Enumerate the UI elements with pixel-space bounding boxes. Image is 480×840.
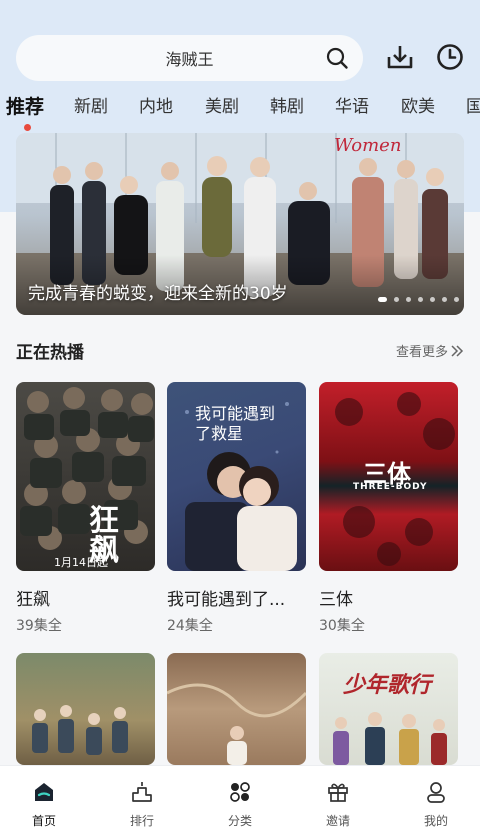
nav-profile[interactable]: 我的 <box>396 780 476 829</box>
episode-count: 30集全 <box>319 618 365 634</box>
active-tab-indicator <box>24 124 31 131</box>
poster-image: 三体 THREE-BODY <box>319 382 458 571</box>
episode-count: 39集全 <box>16 618 62 634</box>
poster-subtitle: THREE-BODY <box>353 482 428 492</box>
show-card[interactable] <box>16 653 155 765</box>
show-card[interactable]: 我可能遇到了救星 我可能遇到了... 24集全 <box>167 382 306 634</box>
nav-home[interactable]: 首页 <box>4 780 84 829</box>
show-card[interactable]: 狂飙 1月14日起 狂飙 39集全 <box>16 382 155 634</box>
show-title: 三体 <box>319 590 353 610</box>
section-title: 正在热播 <box>16 343 84 363</box>
nav-label: 邀请 <box>325 814 350 828</box>
search-icon[interactable] <box>325 46 349 70</box>
poster-image: 狂飙 1月14日起 <box>16 382 155 571</box>
poster-art <box>167 683 306 765</box>
episode-count: 24集全 <box>167 618 213 634</box>
show-card[interactable]: 三体 THREE-BODY 三体 30集全 <box>319 382 458 634</box>
category-icon <box>230 782 250 802</box>
ranking-icon <box>132 782 152 802</box>
pagination-dot <box>418 297 423 302</box>
see-more-link[interactable]: 查看更多 <box>396 341 464 360</box>
nav-category[interactable]: 分类 <box>200 780 280 829</box>
tab-chinese[interactable]: 华语 <box>335 92 369 117</box>
banner-carousel[interactable]: Women 完成青春的蜕变，迎来全新的30岁 <box>16 133 464 315</box>
show-card[interactable]: 少年歌行 <box>319 653 458 765</box>
category-tabs: 推荐 新剧 内地 美剧 韩剧 华语 欧美 国 <box>0 92 480 132</box>
pagination-dot <box>394 297 399 302</box>
gift-icon <box>328 783 348 802</box>
poster-title: 我可能遇到了救星 <box>195 404 276 443</box>
nav-label: 首页 <box>31 814 56 828</box>
show-title: 我可能遇到了... <box>167 590 286 610</box>
nav-label: 分类 <box>227 814 252 828</box>
nav-invite[interactable]: 邀请 <box>298 780 378 829</box>
profile-icon <box>427 782 445 803</box>
tab-new[interactable]: 新剧 <box>74 92 108 117</box>
banner-pagination <box>378 297 459 302</box>
banner-caption: 完成青春的蜕变，迎来全新的30岁 <box>28 284 288 304</box>
nav-ranking[interactable]: 排行 <box>102 780 182 829</box>
show-card[interactable] <box>167 653 306 765</box>
tab-western[interactable]: 欧美 <box>401 92 435 117</box>
search-input[interactable]: 海贼王 <box>165 46 213 70</box>
tab-more[interactable]: 国 <box>466 92 480 117</box>
bottom-nav: 首页 排行 分类 邀请 我的 <box>0 765 480 840</box>
poster-art <box>32 705 128 755</box>
double-chevron-right-icon <box>451 344 464 357</box>
see-more-label: 查看更多 <box>395 345 448 360</box>
tab-us[interactable]: 美剧 <box>205 92 239 117</box>
nav-label: 排行 <box>129 814 154 828</box>
tab-korean[interactable]: 韩剧 <box>270 92 304 117</box>
nav-label: 我的 <box>423 814 448 828</box>
pagination-dot <box>442 297 447 302</box>
pagination-dot <box>430 297 435 302</box>
pagination-dot <box>454 297 459 302</box>
poster-date: 1月14日起 <box>54 556 108 569</box>
tab-recommended[interactable]: 推荐 <box>6 92 44 119</box>
download-icon[interactable] <box>385 42 415 72</box>
search-bar[interactable]: 海贼王 <box>16 35 363 81</box>
poster-image: 我可能遇到了救星 <box>167 382 306 571</box>
pagination-dot <box>378 297 387 302</box>
pagination-dot <box>406 297 411 302</box>
tab-mainland[interactable]: 内地 <box>139 92 173 117</box>
svg-text:Women: Women <box>334 135 401 156</box>
history-icon[interactable] <box>435 42 465 72</box>
show-title: 狂飙 <box>16 590 50 610</box>
poster-art <box>333 712 447 765</box>
home-icon <box>35 783 53 801</box>
